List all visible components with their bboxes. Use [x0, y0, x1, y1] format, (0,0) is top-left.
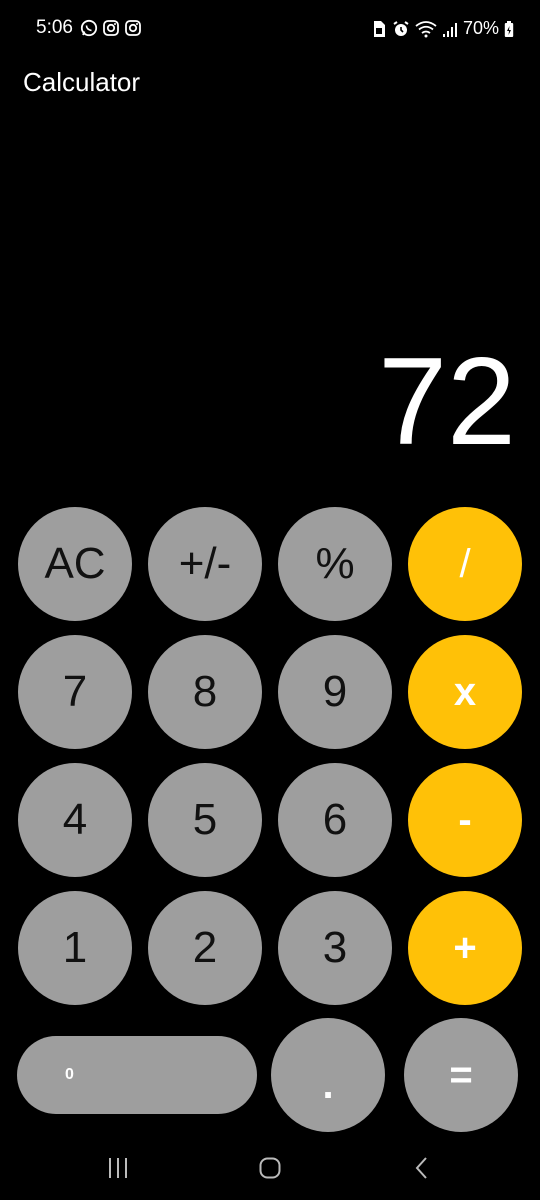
digit-5-button[interactable]: 5 [148, 763, 262, 877]
digit-9-button[interactable]: 9 [278, 635, 392, 749]
clear-button[interactable]: AC [18, 507, 132, 621]
multiply-button[interactable]: x [408, 635, 522, 749]
minus-button[interactable]: - [408, 763, 522, 877]
home-icon[interactable] [250, 1154, 290, 1182]
battery-icon [504, 20, 514, 38]
digit-7-button[interactable]: 7 [18, 635, 132, 749]
instagram-icon [102, 19, 120, 37]
wifi-icon [415, 20, 437, 38]
percent-button[interactable]: % [278, 507, 392, 621]
decimal-button[interactable]: . [271, 1018, 385, 1132]
digit-0-button[interactable]: 0 [17, 1036, 257, 1114]
result-display: 72 [378, 333, 516, 471]
instagram-icon [124, 19, 142, 37]
digit-2-button[interactable]: 2 [148, 891, 262, 1005]
navigation-bar [0, 1140, 540, 1196]
digit-1-button[interactable]: 1 [18, 891, 132, 1005]
signal-icon [442, 20, 458, 38]
notification-icons [80, 19, 142, 37]
digit-6-button[interactable]: 6 [278, 763, 392, 877]
status-time: 5:06 [36, 17, 73, 38]
digit-8-button[interactable]: 8 [148, 635, 262, 749]
battery-percent: 70% [462, 18, 499, 38]
digit-4-button[interactable]: 4 [18, 763, 132, 877]
system-icons: 70% [371, 18, 514, 39]
status-bar: 5:06 70% [0, 0, 540, 58]
plus-button[interactable]: + [408, 891, 522, 1005]
divide-button[interactable]: / [408, 507, 522, 621]
back-icon[interactable] [402, 1154, 442, 1182]
recent-apps-icon[interactable] [98, 1154, 138, 1182]
sign-toggle-button[interactable]: +/- [148, 507, 262, 621]
app-title: Calculator [23, 67, 141, 97]
sim-icon [371, 20, 387, 38]
equals-button[interactable]: = [404, 1018, 518, 1132]
digit-3-button[interactable]: 3 [278, 891, 392, 1005]
alarm-icon [392, 20, 410, 38]
whatsapp-icon [80, 19, 98, 37]
